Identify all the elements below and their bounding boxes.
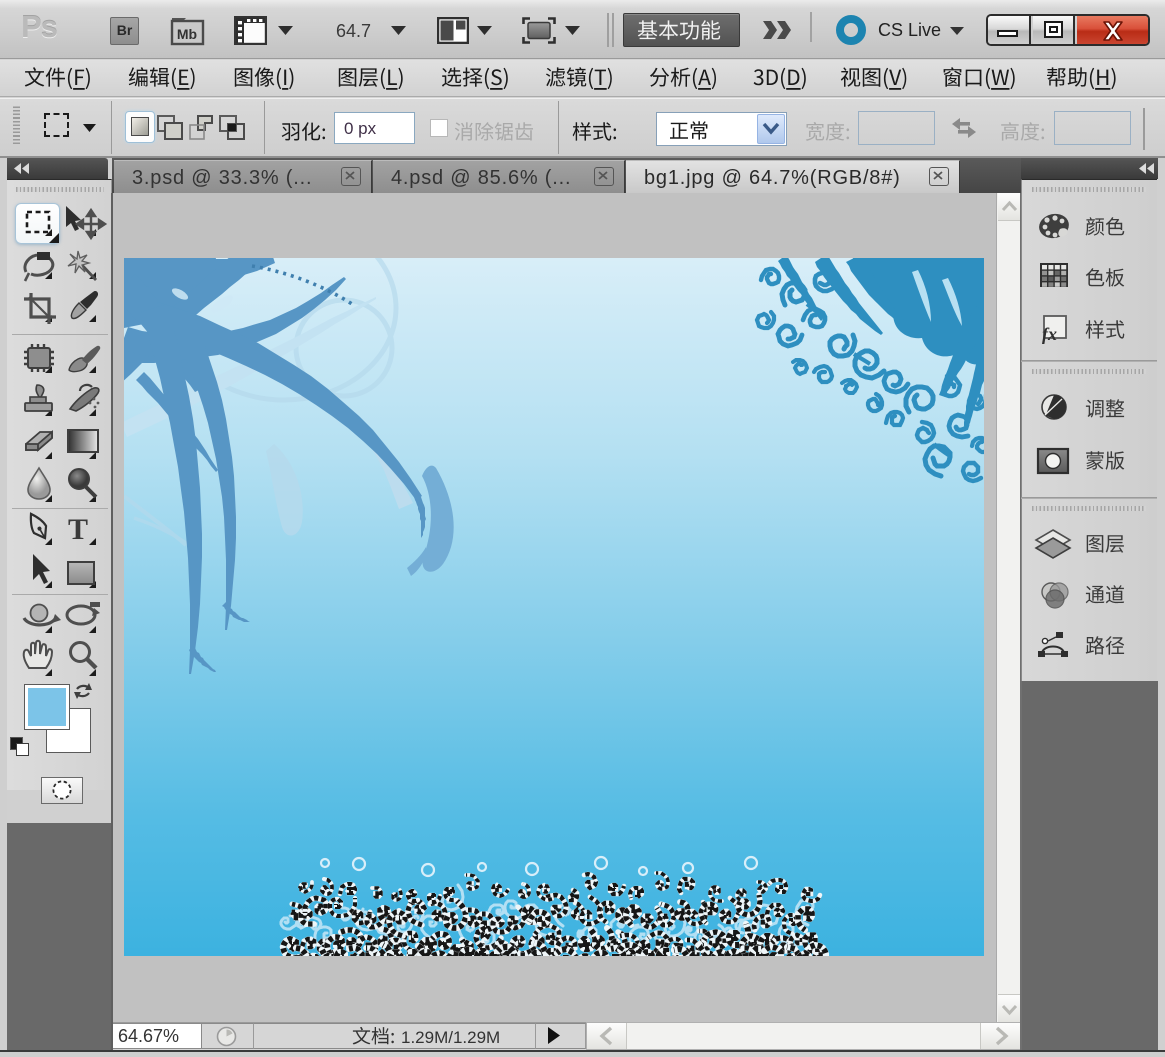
svg-text:1.29M/1.29M: 1.29M/1.29M <box>401 1028 500 1047</box>
